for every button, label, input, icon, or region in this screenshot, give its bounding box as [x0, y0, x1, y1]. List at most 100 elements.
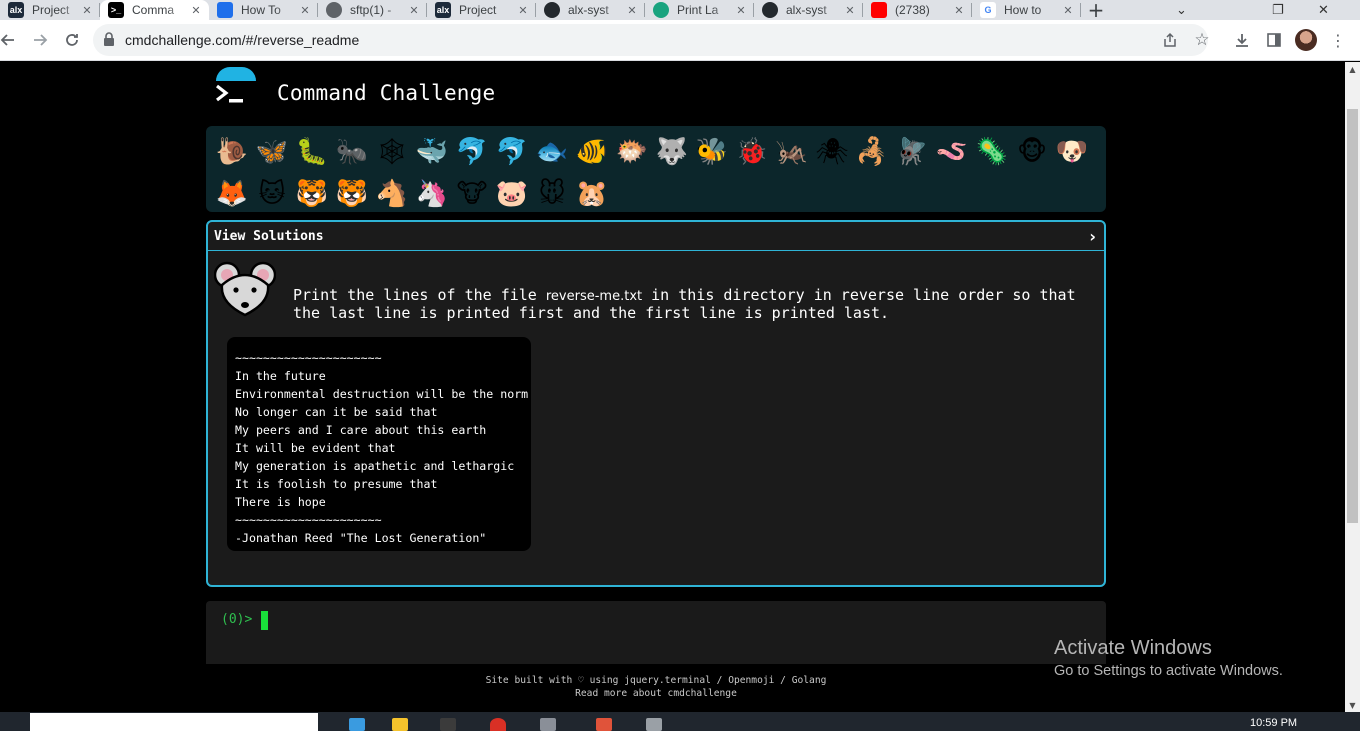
tab-list: alx Project ✕ >_ Comma ✕ How To ✕ sftp(1) - ✕ alx P… — [0, 0, 1081, 20]
challenge-emoji-icon[interactable]: 🦋 — [252, 131, 292, 173]
challenge-emoji-icon[interactable]: 🐟 — [532, 131, 572, 173]
menu-kebab-icon[interactable]: ⋮ — [1322, 24, 1354, 56]
challenge-emoji-icon[interactable]: 🐱 — [252, 173, 292, 215]
side-panel-icon[interactable] — [1258, 24, 1290, 56]
tab-close-icon[interactable]: ✕ — [625, 4, 639, 17]
challenge-emoji-icon[interactable]: 🐝 — [692, 131, 732, 173]
file-explorer-icon[interactable] — [392, 718, 408, 731]
screen: alx Project ✕ >_ Comma ✕ How To ✕ sftp(1) - ✕ alx P… — [0, 0, 1360, 731]
activate-windows-subtitle: Go to Settings to activate Windows. — [1054, 663, 1283, 679]
challenge-emoji-icon[interactable]: 🐹 — [572, 173, 612, 215]
new-tab-button[interactable]: + — [1081, 0, 1111, 22]
chevron-right-icon[interactable]: › — [1089, 227, 1096, 246]
taskbar-search-box[interactable] — [30, 713, 318, 731]
tab-close-icon[interactable]: ✕ — [952, 4, 966, 17]
reload-icon[interactable] — [56, 24, 88, 56]
challenge-emoji-icon[interactable]: 🪱 — [932, 131, 972, 173]
challenge-emoji-icon[interactable]: 🐬 — [492, 131, 532, 173]
task-text-before: Print the lines of the file — [293, 286, 546, 304]
challenge-emoji-icon[interactable]: 🐠 — [572, 131, 612, 173]
challenge-emoji-icon[interactable]: 🦄 — [412, 173, 452, 215]
scroll-thumb[interactable] — [1347, 109, 1358, 523]
challenge-emoji-icon[interactable]: 🦊 — [212, 173, 252, 215]
site-footer: Site built with ♡ using jquery.terminal … — [206, 674, 1106, 700]
mail-icon[interactable] — [540, 718, 556, 731]
challenge-emoji-icon[interactable]: 🐡 — [612, 131, 652, 173]
taskbar-app-icon[interactable] — [646, 718, 662, 731]
back-icon[interactable] — [0, 24, 24, 56]
challenge-emoji-icon[interactable]: 🐯 — [292, 173, 332, 215]
challenge-emoji-icon[interactable]: 🕸 — [372, 131, 412, 173]
challenge-emoji-icon[interactable]: 🐮 — [452, 173, 492, 215]
challenge-emoji-icon[interactable]: 🐭 — [532, 173, 572, 215]
address-bar[interactable]: cmdchallenge.com/#/reverse_readme — [93, 24, 1208, 56]
page-scrollbar[interactable]: ▲ ▼ — [1345, 62, 1360, 712]
browser-tab[interactable]: (2738) ✕ — [863, 0, 972, 20]
site-logo[interactable] — [214, 64, 260, 110]
tab-close-icon[interactable]: ✕ — [843, 4, 857, 17]
browser-tab[interactable]: Print La ✕ — [645, 0, 754, 20]
file-line: My generation is apathetic and lethargic — [235, 459, 515, 473]
challenge-emoji-icon[interactable]: 🐳 — [412, 131, 452, 173]
tab-title: How To — [241, 3, 281, 17]
share-icon[interactable] — [1154, 24, 1186, 56]
file-line: ~~~~~~~~~~~~~~~~~~~~~ — [235, 513, 382, 527]
tab-search-icon[interactable]: ⌄ — [1176, 0, 1187, 20]
windows-taskbar: 10:59 PM — [0, 712, 1360, 731]
challenge-emoji-icon[interactable]: 🐯 — [332, 173, 372, 215]
tab-close-icon[interactable]: ✕ — [80, 4, 94, 17]
browser-tab[interactable]: >_ Comma ✕ — [100, 0, 209, 20]
challenge-emoji-icon[interactable]: 🐶 — [1052, 131, 1092, 173]
challenge-emoji-icon[interactable]: 🦗 — [772, 131, 812, 173]
browser-tab[interactable]: How To ✕ — [209, 0, 318, 20]
profile-avatar[interactable] — [1290, 24, 1322, 56]
scroll-down-icon[interactable]: ▼ — [1345, 698, 1360, 712]
browser-tab[interactable]: alx Project ✕ — [0, 0, 100, 20]
footer-credits[interactable]: Site built with ♡ using jquery.terminal … — [206, 674, 1106, 687]
browser-tab[interactable]: alx-syst ✕ — [754, 0, 863, 20]
taskbar-app-icon[interactable] — [596, 718, 612, 731]
challenge-emoji-icon[interactable]: 🦠 — [972, 131, 1012, 173]
challenge-emoji-icon[interactable]: 🐷 — [492, 173, 532, 215]
file-line: It will be evident that — [235, 441, 396, 455]
challenge-emoji-icon[interactable]: 🪰 — [892, 131, 932, 173]
challenge-emoji-icon[interactable]: 🦂 — [852, 131, 892, 173]
challenge-emoji-icon[interactable]: 🐺 — [652, 131, 692, 173]
download-icon[interactable] — [1226, 24, 1258, 56]
restore-window-icon[interactable]: ❐ — [1272, 0, 1284, 20]
scroll-up-icon[interactable]: ▲ — [1345, 62, 1360, 76]
site-title[interactable]: Command Challenge — [277, 81, 495, 105]
bookmark-star-icon[interactable]: ☆ — [1186, 24, 1218, 56]
footer-read-more-link[interactable]: Read more about cmdchallenge — [206, 687, 1106, 700]
task-view-icon[interactable] — [349, 718, 365, 731]
lock-icon[interactable] — [103, 31, 115, 49]
toolbar-actions: ☆ ⋮ — [1154, 24, 1360, 56]
browser-tab[interactable]: sftp(1) - ✕ — [318, 0, 427, 20]
browser-tab[interactable]: alx Project ✕ — [427, 0, 536, 20]
tab-separator — [1080, 3, 1081, 17]
challenge-emoji-icon[interactable]: 🐴 — [372, 173, 412, 215]
tab-close-icon[interactable]: ✕ — [298, 4, 312, 17]
browser-tab[interactable]: alx-syst ✕ — [536, 0, 645, 20]
forward-icon[interactable] — [24, 24, 56, 56]
challenge-emoji-icon[interactable]: 🐞 — [732, 131, 772, 173]
challenge-emoji-icon[interactable]: 🐵 — [1012, 131, 1052, 173]
challenge-emoji-icon[interactable]: 🐜 — [332, 131, 372, 173]
close-window-icon[interactable]: ✕ — [1318, 0, 1329, 20]
challenge-emoji-icon[interactable]: 🐛 — [292, 131, 332, 173]
tab-close-icon[interactable]: ✕ — [189, 4, 203, 17]
view-solutions-bar[interactable]: View Solutions › — [208, 222, 1104, 251]
tab-close-icon[interactable]: ✕ — [734, 4, 748, 17]
tab-close-icon[interactable]: ✕ — [516, 4, 530, 17]
tab-close-icon[interactable]: ✕ — [407, 4, 421, 17]
tab-close-icon[interactable]: ✕ — [1061, 4, 1075, 17]
browser-tab[interactable]: G How to ✕ — [972, 0, 1081, 20]
challenge-emoji-icon[interactable]: 🕷 — [812, 131, 852, 173]
chrome-taskbar-icon[interactable] — [490, 718, 506, 731]
terminal[interactable]: (0)> — [206, 601, 1106, 664]
tab-title: Comma — [132, 3, 175, 17]
url-text: cmdchallenge.com/#/reverse_readme — [125, 32, 360, 48]
taskbar-app-icon[interactable] — [440, 718, 456, 731]
challenge-emoji-icon[interactable]: 🐌 — [212, 131, 252, 173]
challenge-emoji-icon[interactable]: 🐬 — [452, 131, 492, 173]
